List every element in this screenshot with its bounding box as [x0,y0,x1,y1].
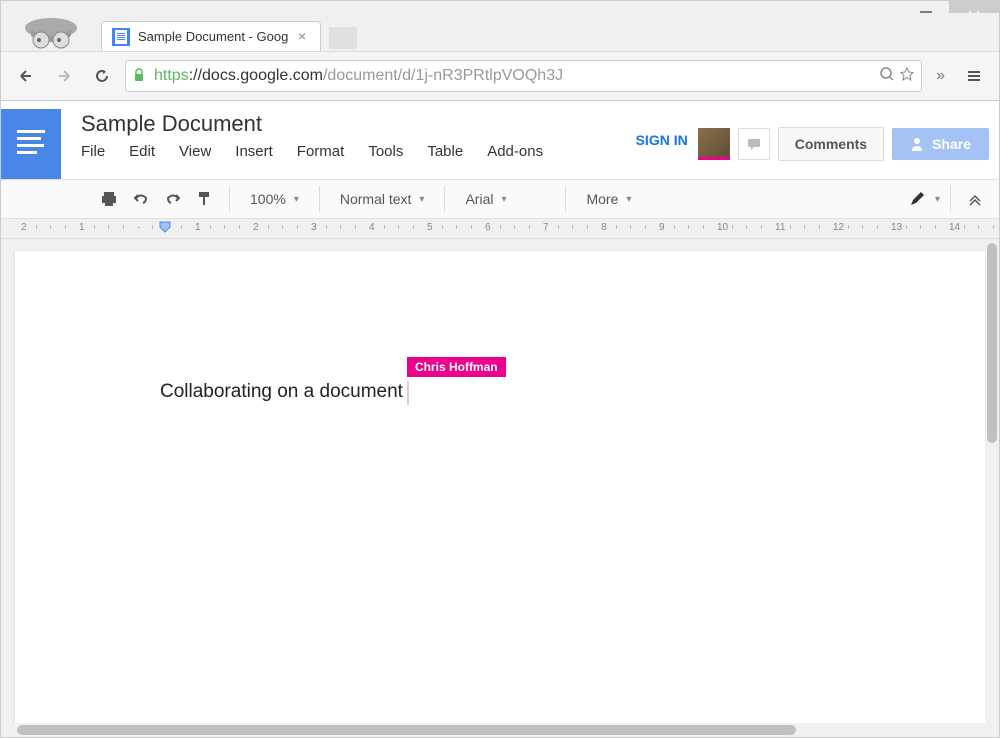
indent-marker[interactable] [159,221,171,233]
menu-edit[interactable]: Edit [129,143,155,160]
docs-app: Sample Document File Edit View Insert Fo… [1,101,999,737]
ruler-mark: 8 [601,222,607,233]
star-icon[interactable] [899,66,915,87]
incognito-icon [21,8,81,58]
ruler-mark: 2 [253,222,259,233]
menu-format[interactable]: Format [297,143,345,160]
ruler-mark: 6 [485,222,491,233]
menu-tools[interactable]: Tools [368,143,403,160]
editing-mode-button[interactable] [903,185,931,213]
ruler-mark: 2 [21,222,27,233]
docs-header: Sample Document File Edit View Insert Fo… [1,101,999,179]
document-title[interactable]: Sample Document [81,111,636,137]
ruler-mark: 1 [195,222,201,233]
forward-button[interactable] [49,61,79,91]
ruler-mark: 10 [717,222,728,233]
document-page[interactable]: Collaborating on a document Chris Hoffma… [15,251,985,737]
ruler-mark: 7 [543,222,549,233]
collapse-toolbar-button[interactable] [961,185,989,213]
print-button[interactable] [95,185,123,213]
ruler-mark: · [137,222,140,233]
more-dropdown[interactable]: More▾ [576,185,641,213]
comments-button[interactable]: Comments [778,127,884,161]
redo-button[interactable] [159,185,187,213]
sign-in-link[interactable]: SIGN IN [636,132,688,148]
chat-button[interactable] [738,128,770,160]
ruler-mark: 11 [775,222,785,233]
tab-title: Sample Document - Goog [138,29,292,44]
docs-logo[interactable] [1,109,61,179]
menu-view[interactable]: View [179,143,211,160]
vertical-scrollbar[interactable] [985,239,999,737]
ruler-mark: 14 [949,222,960,233]
extensions-overflow[interactable]: » [930,67,951,85]
window-titlebar [1,1,999,13]
share-button[interactable]: Share [892,128,989,160]
zoom-dropdown[interactable]: 100%▾ [240,185,309,213]
person-icon [910,137,924,151]
docs-favicon [112,28,130,46]
ruler-mark: 5 [427,222,433,233]
search-icon[interactable] [879,66,895,87]
menu-file[interactable]: File [81,143,105,160]
menu-button[interactable] [959,61,989,91]
menu-addons[interactable]: Add-ons [487,143,543,160]
vertical-scrollbar-thumb[interactable] [987,243,997,443]
document-body-text[interactable]: Collaborating on a document Chris Hoffma… [160,381,403,403]
paint-format-button[interactable] [191,185,219,213]
ruler[interactable]: 21·123456789101112131415 [1,219,999,239]
navigation-bar: https://docs.google.com/document/d/1j-nR… [1,51,999,101]
menu-bar: File Edit View Insert Format Tools Table… [81,143,636,160]
ruler-mark: 1 [79,222,85,233]
ruler-mark: 9 [659,222,665,233]
menu-table[interactable]: Table [427,143,463,160]
style-dropdown[interactable]: Normal text▾ [330,185,435,213]
menu-insert[interactable]: Insert [235,143,273,160]
ruler-mark: 4 [369,222,375,233]
share-label: Share [932,136,971,152]
document-viewport: Collaborating on a document Chris Hoffma… [1,239,999,737]
url-text: https://docs.google.com/document/d/1j-nR… [154,67,875,85]
new-tab-button[interactable] [329,27,357,49]
back-button[interactable] [11,61,41,91]
ruler-mark: 13 [891,222,902,233]
address-bar[interactable]: https://docs.google.com/document/d/1j-nR… [125,60,922,92]
toolbar: 100%▾ Normal text▾ Arial▾ More▾ ▾ [1,179,999,219]
ruler-mark: 12 [833,222,844,233]
lock-icon [132,68,148,84]
horizontal-scrollbar-thumb[interactable] [17,725,796,735]
horizontal-scrollbar[interactable] [13,723,987,737]
undo-button[interactable] [127,185,155,213]
collaborator-flag: Chris Hoffman [407,357,506,377]
browser-tab[interactable]: Sample Document - Goog × [101,21,321,51]
editing-mode-caret[interactable]: ▾ [935,194,940,205]
tab-close-icon[interactable]: × [298,31,310,43]
collaborator-avatar[interactable] [698,128,730,160]
reload-button[interactable] [87,61,117,91]
font-dropdown[interactable]: Arial▾ [455,185,555,213]
tab-strip: Sample Document - Goog × [1,13,999,51]
browser-window: Sample Document - Goog × https://docs.go… [0,0,1000,738]
ruler-mark: 3 [311,222,317,233]
